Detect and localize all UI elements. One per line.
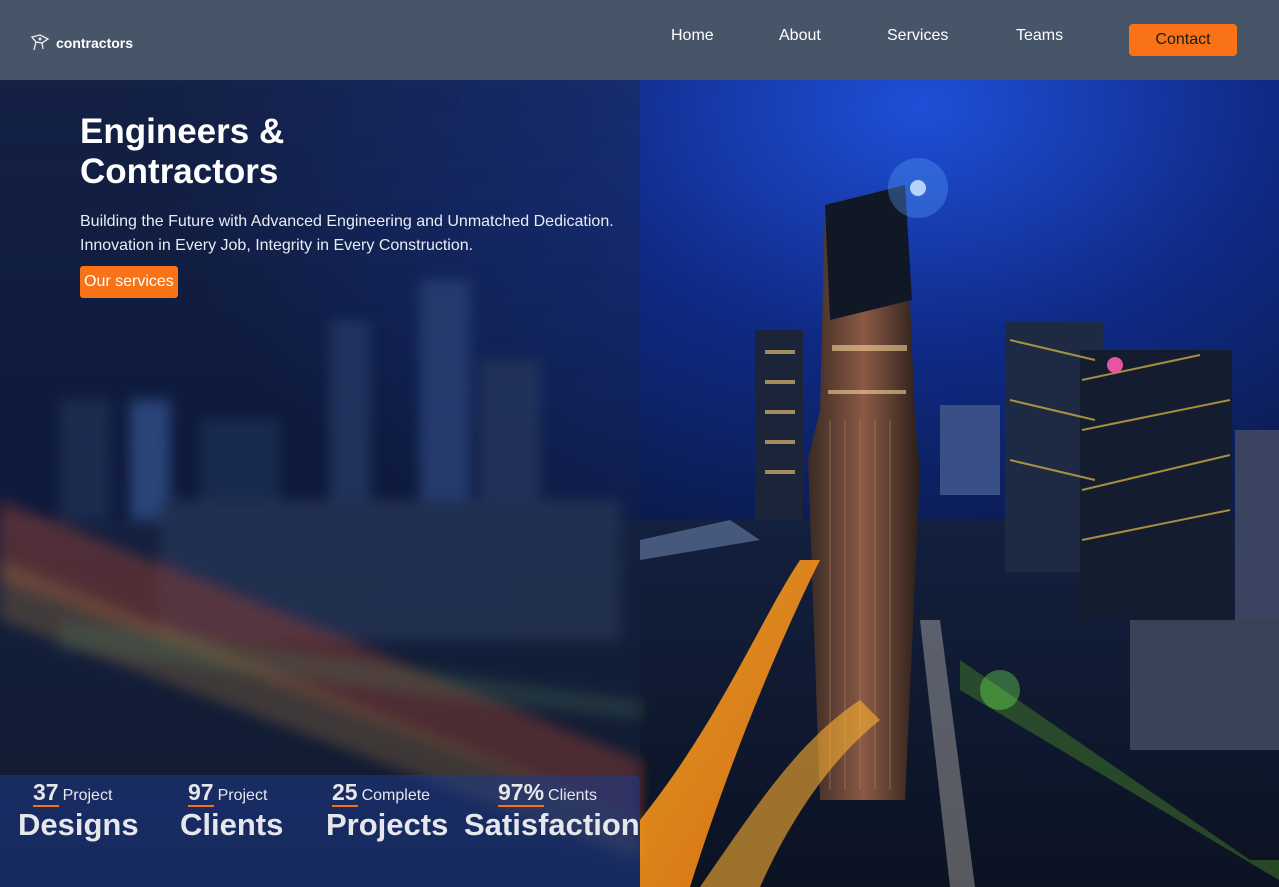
stat-caption: Complete [361,787,431,804]
hero-subtitle: Building the Future with Advanced Engine… [80,213,614,254]
nav-about[interactable]: About [779,26,821,46]
hero-section: Engineers & Contractors Building the Fut… [80,112,640,298]
stats-bar: 37 Project Designs 97 Project Clients 25… [0,775,640,887]
stat-number: 25 [332,779,358,807]
hero-title-line2: Contractors [80,152,279,191]
hero-title-line1: Engineers & [80,112,285,151]
nav-home[interactable]: Home [671,26,714,46]
main-nav: Home About Services Teams [0,26,1279,56]
hero-title: Engineers & Contractors [80,112,340,192]
page: contractors Home About Services Teams Co… [0,0,1279,887]
stat-designs: 37 Project Designs [18,779,139,843]
contact-button[interactable]: Contact [1129,24,1237,56]
stat-number: 97% [498,779,545,807]
stat-clients: 97 Project Clients [180,779,283,843]
stat-label: Projects [326,807,449,842]
stat-caption: Clients [548,787,597,804]
stat-caption: Project [62,787,113,804]
stat-satisfaction: 97% Clients Satisfaction [464,779,640,843]
stat-number: 37 [33,779,59,807]
stat-number: 97 [188,779,214,807]
stat-label: Clients [180,807,284,842]
stat-label: Satisfaction [464,807,640,842]
our-services-button[interactable]: Our services [80,266,178,298]
stat-label: Designs [18,807,139,842]
stat-caption: Project [217,787,268,804]
stat-projects: 25 Complete Projects [326,779,448,843]
site-header: contractors Home About Services Teams Co… [0,0,1279,80]
nav-teams[interactable]: Teams [1016,26,1063,46]
nav-services[interactable]: Services [887,26,948,46]
